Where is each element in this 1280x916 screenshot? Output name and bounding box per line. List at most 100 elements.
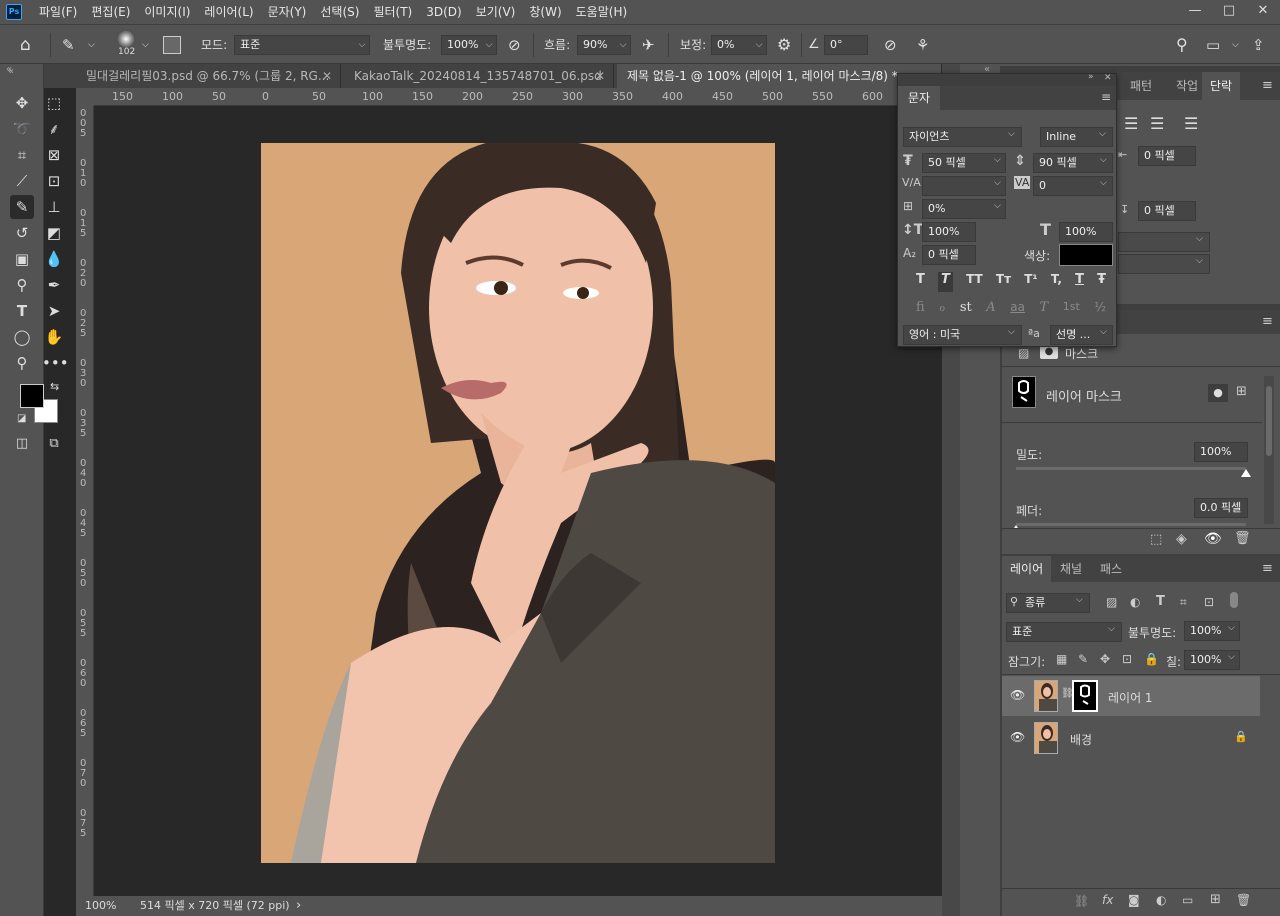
zoom-level[interactable]: 100%: [85, 896, 116, 916]
faux-italic-button[interactable]: T: [938, 272, 953, 292]
move-tool-icon[interactable]: ✥: [10, 91, 34, 115]
menu-3d[interactable]: 3D(D): [419, 0, 468, 24]
brush-preset-icon[interactable]: [118, 31, 134, 47]
stylistic-alternates-button[interactable]: st: [960, 300, 972, 320]
chevron-down-icon[interactable]: ⌵: [994, 178, 1001, 188]
blend-mode-select[interactable]: 표준: [1006, 622, 1122, 642]
chevron-down-icon[interactable]: ⌵: [1108, 624, 1115, 634]
tab-document-3[interactable]: 제목 없음-1 @ 100% (레이어 1, 레이어 마스크/8) *: [617, 64, 942, 88]
vertical-scale-input[interactable]: 100%: [922, 222, 976, 242]
menu-view[interactable]: 보기(V): [469, 0, 523, 24]
adjustment-layer-icon[interactable]: ◐: [1156, 893, 1166, 907]
ruler-corner[interactable]: [76, 88, 94, 106]
folder-icon[interactable]: ▭: [1182, 893, 1193, 907]
dodge-tool-icon[interactable]: ⚲: [10, 273, 34, 297]
link-layers-icon[interactable]: ⛓: [1074, 894, 1089, 908]
brush-settings-icon[interactable]: [163, 36, 181, 54]
pixel-mask-icon[interactable]: ▨: [1018, 346, 1029, 360]
type-tool-icon[interactable]: T: [10, 299, 34, 323]
chevron-down-icon[interactable]: ⌵: [1196, 256, 1203, 266]
properties-scrollbar[interactable]: [1264, 376, 1274, 524]
justify-last-left-icon[interactable]: ☰: [1150, 114, 1164, 133]
filter-smartobject-icon[interactable]: ⊡: [1204, 595, 1214, 609]
close-icon[interactable]: ✕: [595, 64, 605, 88]
baseline-shift-input[interactable]: 0 픽셀: [922, 245, 976, 265]
titling-alternates-button[interactable]: aa: [1010, 300, 1025, 320]
menu-image[interactable]: 이미지(I): [137, 0, 197, 24]
layer-name[interactable]: 배경: [1070, 731, 1092, 748]
workspace-icon[interactable]: ▭: [1206, 25, 1220, 65]
tab-document-1[interactable]: 밀대걸레리필03.psd @ 66.7% (그룹 2, RG... ✕: [76, 64, 341, 88]
quick-mask-icon[interactable]: ◫: [10, 432, 34, 456]
angle-input[interactable]: 0°: [824, 35, 868, 55]
menu-select[interactable]: 선택(S): [313, 0, 366, 24]
quick-select-tool-icon[interactable]: ⸙: [42, 117, 66, 141]
new-layer-icon[interactable]: ⊞: [1210, 892, 1221, 907]
object-select-tool-icon[interactable]: ⊡: [42, 169, 66, 193]
ordinals-button[interactable]: 1st: [1063, 300, 1080, 320]
character-panel-title[interactable]: 문자: [898, 86, 941, 110]
chevron-down-icon[interactable]: ⌵: [994, 155, 1001, 165]
menu-filter[interactable]: 필터(T): [366, 0, 419, 24]
select-mask-icon[interactable]: ●: [1208, 384, 1228, 402]
menu-file[interactable]: 파일(F): [32, 0, 84, 24]
lock-all-icon[interactable]: 🔒: [1144, 652, 1159, 666]
language-select[interactable]: 영어 : 미국: [903, 325, 1022, 345]
minimize-button[interactable]: —: [1178, 0, 1212, 24]
tab-patterns[interactable]: 패턴: [1130, 75, 1152, 97]
chevron-down-icon[interactable]: ⌵: [481, 35, 497, 55]
font-family-select[interactable]: 자이언츠: [903, 127, 1022, 147]
trash-icon[interactable]: 🗑: [1234, 531, 1251, 546]
share-icon[interactable]: ⇪: [1252, 25, 1265, 65]
menu-window[interactable]: 창(W): [522, 0, 568, 24]
chevron-down-icon[interactable]: ⌵: [1196, 234, 1203, 244]
screen-mode-icon[interactable]: ⧉: [42, 432, 66, 456]
frame-tool-icon[interactable]: ⊠: [42, 143, 66, 167]
filter-pixel-icon[interactable]: ▨: [1106, 595, 1117, 609]
tab-document-2[interactable]: KakaoTalk_20240814_135748701_06.psd @...…: [344, 64, 614, 107]
filter-type-icon[interactable]: T: [1156, 594, 1165, 609]
collapse-icon[interactable]: »: [1088, 72, 1094, 82]
underline-button[interactable]: T: [1075, 272, 1084, 292]
all-caps-button[interactable]: TT: [966, 272, 983, 292]
chevron-down-icon[interactable]: ⌵: [1100, 178, 1107, 188]
home-icon[interactable]: ⌂: [20, 25, 31, 65]
chevron-down-icon[interactable]: ⌵: [994, 201, 1001, 211]
justify-all-icon[interactable]: ☰: [1184, 114, 1198, 133]
trash-icon[interactable]: 🗑: [1236, 893, 1251, 907]
superscript-button[interactable]: T¹: [1024, 272, 1037, 292]
swash-button[interactable]: A: [986, 300, 995, 320]
space-after-input[interactable]: 0 픽셀: [1138, 201, 1196, 221]
eye-icon[interactable]: 👁: [1010, 688, 1025, 702]
indent-right-input[interactable]: 0 픽셀: [1138, 146, 1196, 166]
ligatures-button[interactable]: fi: [916, 300, 925, 320]
fx-icon[interactable]: fx: [1102, 893, 1113, 907]
faux-bold-button[interactable]: T: [916, 272, 925, 292]
menu-edit[interactable]: 편집(E): [84, 0, 137, 24]
marquee-tool-icon[interactable]: ⬚: [42, 91, 66, 115]
chevron-down-icon[interactable]: ⌵: [1228, 623, 1235, 633]
ornaments-button[interactable]: T: [1040, 300, 1049, 320]
layer-name[interactable]: 레이어 1: [1108, 689, 1153, 706]
density-slider[interactable]: [1016, 467, 1251, 477]
close-icon[interactable]: ✕: [322, 64, 332, 88]
apply-mask-icon[interactable]: ⊞: [1236, 384, 1247, 399]
chevron-down-icon[interactable]: ⌵: [1008, 129, 1015, 139]
eye-icon[interactable]: 👁: [1010, 730, 1025, 744]
ellipse-tool-icon[interactable]: ◯: [10, 325, 34, 349]
maximize-button[interactable]: □: [1212, 0, 1246, 24]
lock-position-icon[interactable]: ✥: [1100, 652, 1110, 666]
filter-toggle[interactable]: [1230, 592, 1238, 608]
history-brush-tool-icon[interactable]: ↺: [10, 221, 34, 245]
foreground-color-swatch[interactable]: [20, 384, 44, 408]
brush-tool-icon[interactable]: ✎: [10, 195, 34, 219]
text-color-swatch[interactable]: [1059, 244, 1113, 266]
panel-menu-icon[interactable]: ≡: [1262, 561, 1273, 576]
density-input[interactable]: 100%: [1194, 442, 1248, 462]
gear-icon[interactable]: ⚙: [777, 25, 791, 65]
chevron-down-icon[interactable]: ⌵: [1099, 129, 1106, 139]
status-menu-arrow[interactable]: ›: [296, 896, 301, 916]
mode-select[interactable]: 표준: [234, 35, 370, 55]
collapse-icon[interactable]: «: [8, 66, 14, 77]
align-right-icon[interactable]: ☰: [1124, 114, 1138, 133]
